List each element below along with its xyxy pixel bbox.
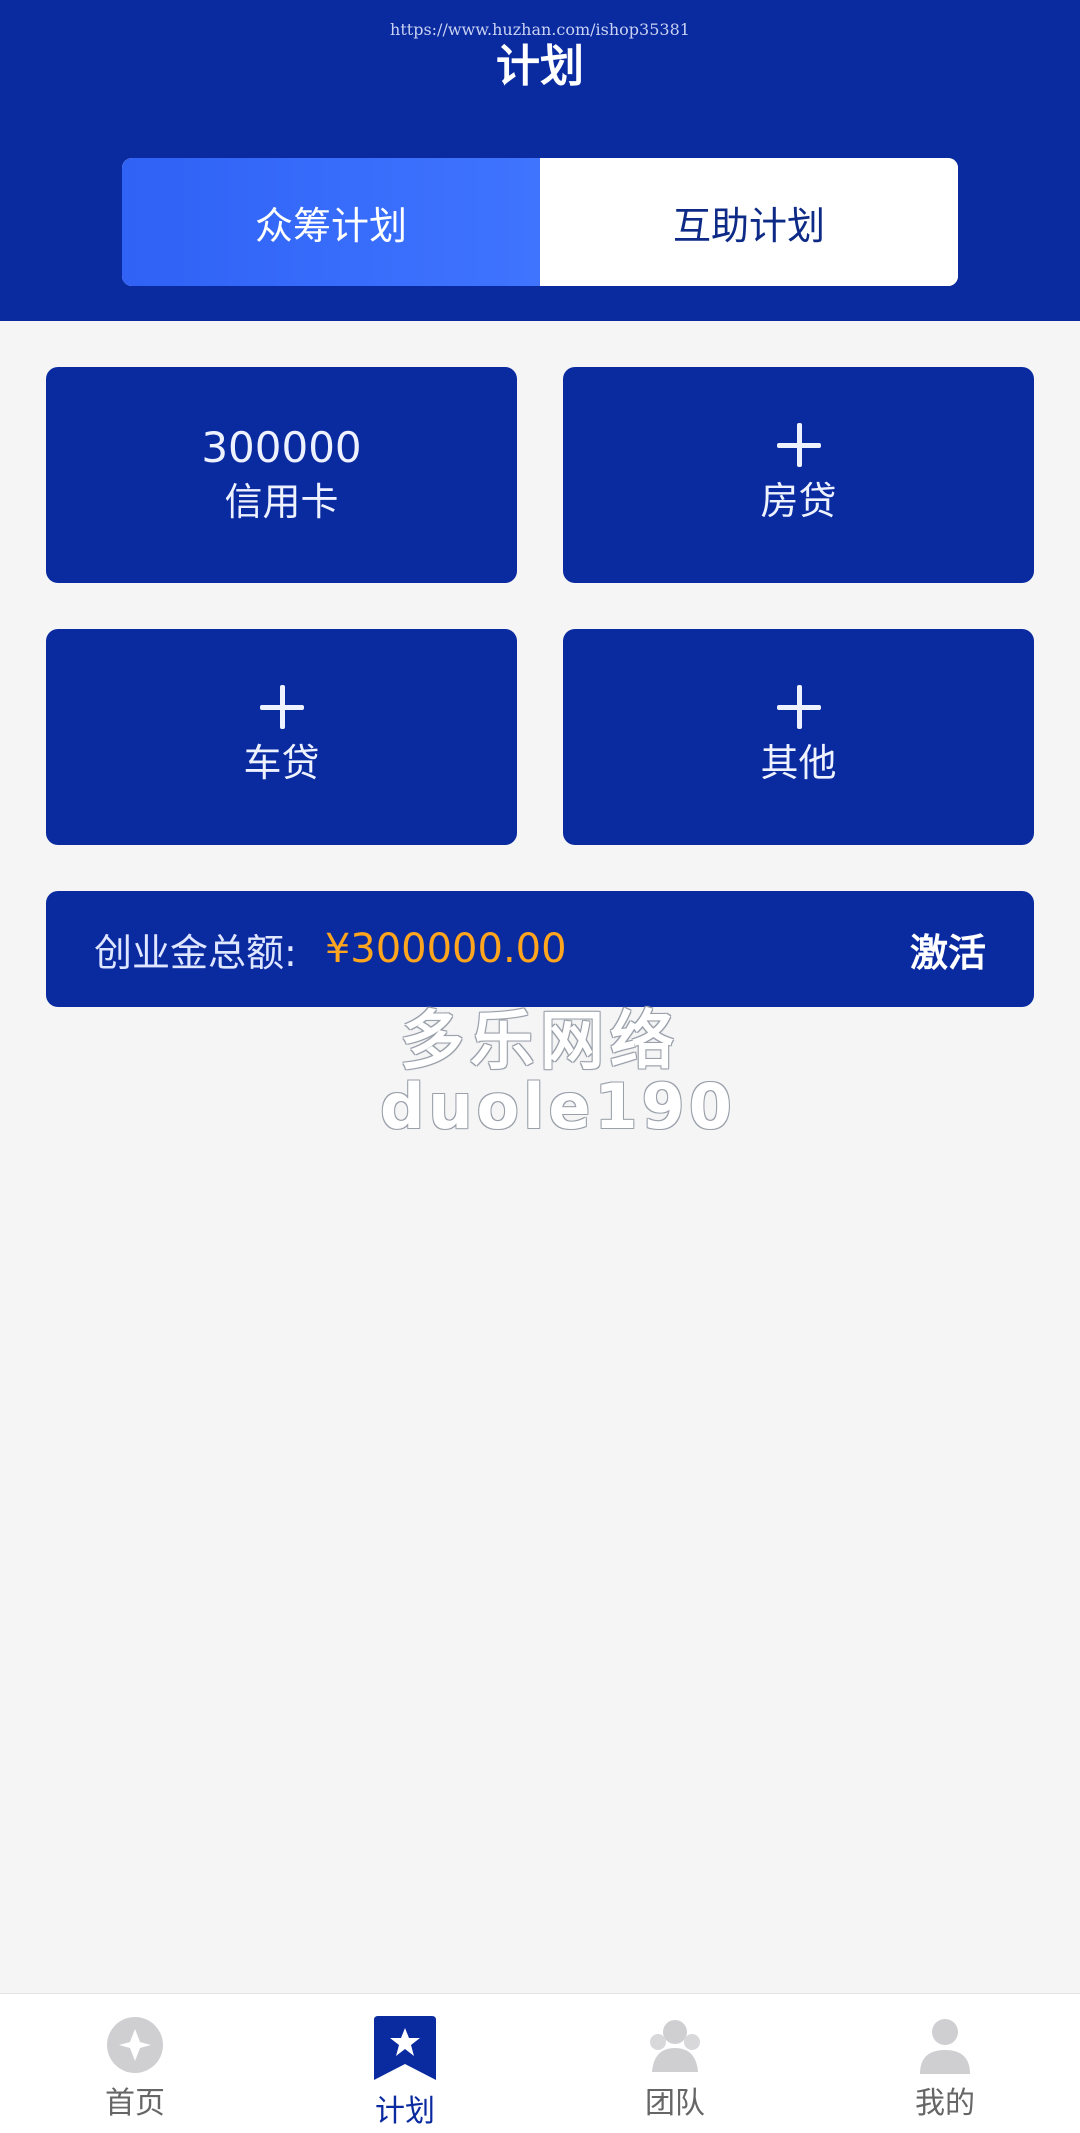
card-amount: 300000: [201, 423, 362, 473]
card-label: 房贷: [760, 479, 837, 524]
nav-item-team[interactable]: 团队: [540, 1994, 810, 2133]
user-icon: [916, 2016, 974, 2074]
tab-mutual-aid[interactable]: 互助计划: [540, 158, 958, 286]
nav-label: 我的: [915, 2086, 975, 2121]
card-label: 其他: [760, 741, 837, 786]
plus-icon: [259, 685, 304, 730]
card-mortgage[interactable]: 房贷: [563, 367, 1034, 583]
nav-label: 首页: [105, 2086, 165, 2121]
watermark-logo: 多乐网络: [400, 1005, 680, 1079]
card-car-loan[interactable]: 车贷: [46, 629, 517, 845]
plus-icon: [776, 685, 821, 730]
nav-item-home[interactable]: 首页: [0, 1994, 270, 2133]
plan-tabs: 众筹计划 互助计划: [122, 158, 958, 286]
card-other[interactable]: 其他: [563, 629, 1034, 845]
plus-icon: [776, 423, 821, 468]
watermark-subtitle: duole190: [380, 1070, 736, 1143]
nav-label: 计划: [375, 2094, 435, 2129]
nav-item-mine[interactable]: 我的: [810, 1994, 1080, 2133]
home-diamond-icon: [106, 2016, 164, 2074]
star-bookmark-icon: [372, 2016, 438, 2082]
card-label: 车贷: [243, 741, 320, 786]
fund-total-label: 创业金总额:: [94, 930, 297, 975]
card-label: 信用卡: [224, 479, 339, 524]
nav-label: 团队: [645, 2086, 705, 2121]
tab-crowdfunding[interactable]: 众筹计划: [122, 158, 540, 286]
page-title: 计划: [496, 41, 584, 92]
bottom-nav: 首页 计划 团队 我的: [0, 1993, 1080, 2133]
activate-button[interactable]: 激活: [910, 922, 986, 977]
header: https://www.huzhan.com/ishop35381 计划 众筹计…: [0, 0, 1080, 321]
card-credit-card[interactable]: 300000 信用卡: [46, 367, 517, 583]
fund-total-amount: ¥300000.00: [324, 926, 567, 972]
nav-item-plan[interactable]: 计划: [270, 1994, 540, 2133]
team-icon: [646, 2016, 704, 2074]
